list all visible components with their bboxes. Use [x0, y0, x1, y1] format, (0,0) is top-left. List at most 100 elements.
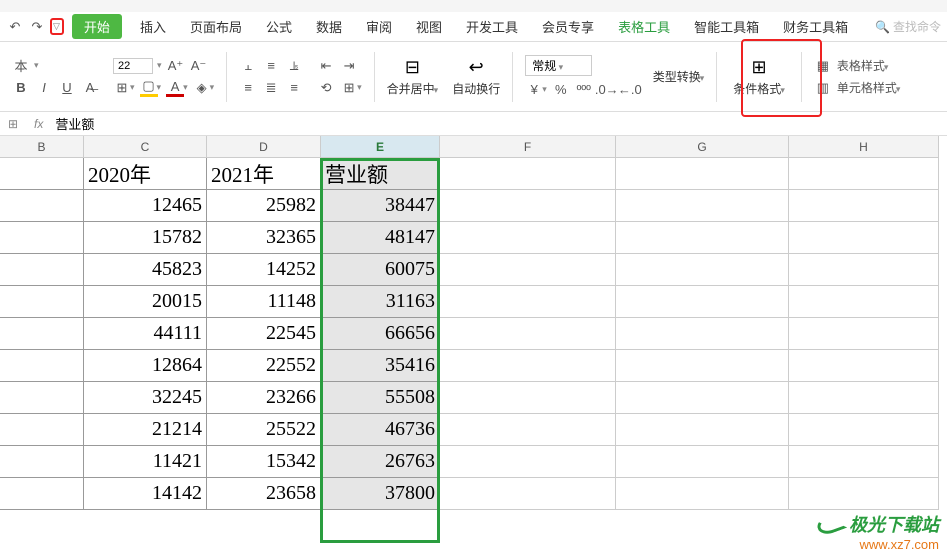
align-middle-icon[interactable]: ≡ [262, 57, 280, 75]
percent-icon[interactable]: % [552, 80, 570, 98]
indent-increase-icon[interactable]: ⇥ [340, 57, 358, 75]
cell[interactable]: 55508 [321, 382, 440, 414]
col-header-h[interactable]: H [789, 136, 939, 158]
tab-finance-toolbox[interactable]: 财务工具箱 [773, 13, 858, 40]
cell[interactable]: 22552 [207, 350, 321, 382]
cell[interactable]: 46736 [321, 414, 440, 446]
col-header-e[interactable]: E [321, 136, 440, 158]
thousands-icon[interactable]: ººº [575, 80, 593, 98]
cell[interactable]: 14142 [84, 478, 207, 510]
align-right-icon[interactable]: ≡ [285, 79, 303, 97]
tab-table-tools[interactable]: 表格工具 [608, 13, 680, 40]
auto-wrap-button[interactable]: ↩ 自动换行 [446, 53, 506, 101]
cell[interactable] [616, 158, 789, 190]
cell[interactable] [0, 286, 84, 318]
tab-page-layout[interactable]: 页面布局 [180, 13, 252, 40]
cell[interactable]: 21214 [84, 414, 207, 446]
chevron-down-icon[interactable]: ▾ [357, 82, 362, 93]
tab-insert[interactable]: 插入 [130, 13, 176, 40]
orientation-icon[interactable]: ⟲ [317, 79, 335, 97]
bold-icon[interactable]: B [12, 79, 30, 97]
cell[interactable] [789, 286, 939, 318]
cell[interactable] [616, 382, 789, 414]
cell[interactable] [0, 222, 84, 254]
tab-smart-toolbox[interactable]: 智能工具箱 [684, 13, 769, 40]
tab-dev-tools[interactable]: 开发工具 [456, 13, 528, 40]
cell[interactable]: 48147 [321, 222, 440, 254]
cell[interactable]: 31163 [321, 286, 440, 318]
cell[interactable] [0, 414, 84, 446]
cell[interactable] [0, 190, 84, 222]
cell[interactable] [440, 350, 616, 382]
tab-data[interactable]: 数据 [306, 13, 352, 40]
tab-view[interactable]: 视图 [406, 13, 452, 40]
cell[interactable]: 45823 [84, 254, 207, 286]
cell[interactable]: 38447 [321, 190, 440, 222]
cell[interactable] [440, 286, 616, 318]
cell[interactable] [616, 414, 789, 446]
cell[interactable]: 15782 [84, 222, 207, 254]
cell[interactable] [616, 222, 789, 254]
strikethrough-icon[interactable]: A̶ [81, 79, 99, 97]
number-format-select[interactable]: 常规 ▾ [525, 55, 592, 76]
cell[interactable]: 32365 [207, 222, 321, 254]
currency-icon[interactable]: ¥ [525, 80, 543, 98]
chevron-down-icon[interactable]: ▾ [183, 82, 188, 93]
cell[interactable] [789, 414, 939, 446]
chevron-down-icon[interactable]: ▾ [157, 82, 162, 93]
text-direction-icon[interactable]: ⊞ [340, 79, 358, 97]
cell[interactable] [789, 446, 939, 478]
cell[interactable]: 23658 [207, 478, 321, 510]
cell[interactable] [0, 478, 84, 510]
cell[interactable]: 2021年 [207, 158, 321, 190]
col-header-b[interactable]: B [0, 136, 84, 158]
increase-decimal-icon[interactable]: .0→ [598, 80, 616, 98]
cell[interactable] [0, 254, 84, 286]
cell[interactable]: 23266 [207, 382, 321, 414]
chevron-down-icon[interactable]: ▾ [542, 84, 547, 95]
cell[interactable]: 25982 [207, 190, 321, 222]
tab-member[interactable]: 会员专享 [532, 13, 604, 40]
cell[interactable] [440, 222, 616, 254]
cell[interactable] [616, 350, 789, 382]
cell[interactable] [616, 254, 789, 286]
col-header-c[interactable]: C [84, 136, 207, 158]
cell[interactable]: 25522 [207, 414, 321, 446]
cell[interactable] [440, 158, 616, 190]
align-center-icon[interactable]: ≣ [262, 79, 280, 97]
cell[interactable] [789, 190, 939, 222]
chevron-down-icon[interactable]: ▾ [157, 60, 162, 71]
cell[interactable] [616, 446, 789, 478]
cell[interactable] [440, 414, 616, 446]
cell[interactable]: 12465 [84, 190, 207, 222]
cell[interactable]: 20015 [84, 286, 207, 318]
cell[interactable] [616, 190, 789, 222]
cell[interactable] [0, 446, 84, 478]
cell[interactable] [789, 254, 939, 286]
cell[interactable] [440, 190, 616, 222]
cell[interactable]: 60075 [321, 254, 440, 286]
cell-style-icon[interactable]: ▥ [814, 79, 832, 97]
cell[interactable] [440, 446, 616, 478]
align-bottom-icon[interactable]: ⫡ [285, 57, 303, 75]
indent-decrease-icon[interactable]: ⇤ [317, 57, 335, 75]
cell[interactable] [0, 318, 84, 350]
cell[interactable]: 12864 [84, 350, 207, 382]
cell[interactable]: 66656 [321, 318, 440, 350]
cell[interactable]: 26763 [321, 446, 440, 478]
cell[interactable]: 15342 [207, 446, 321, 478]
cell[interactable] [616, 318, 789, 350]
cell[interactable] [789, 478, 939, 510]
cell[interactable]: 11148 [207, 286, 321, 318]
tab-start[interactable]: 开始 [72, 14, 122, 39]
chevron-down-icon[interactable]: ▾ [34, 60, 39, 71]
cell[interactable] [789, 222, 939, 254]
cell[interactable] [440, 318, 616, 350]
increase-font-icon[interactable]: A⁺ [167, 57, 185, 75]
col-header-g[interactable]: G [616, 136, 789, 158]
cell[interactable] [616, 286, 789, 318]
cell[interactable] [789, 318, 939, 350]
cell[interactable] [440, 478, 616, 510]
undo-icon[interactable]: ↶ [6, 18, 24, 36]
format-painter-icon[interactable]: 本 [12, 57, 30, 75]
